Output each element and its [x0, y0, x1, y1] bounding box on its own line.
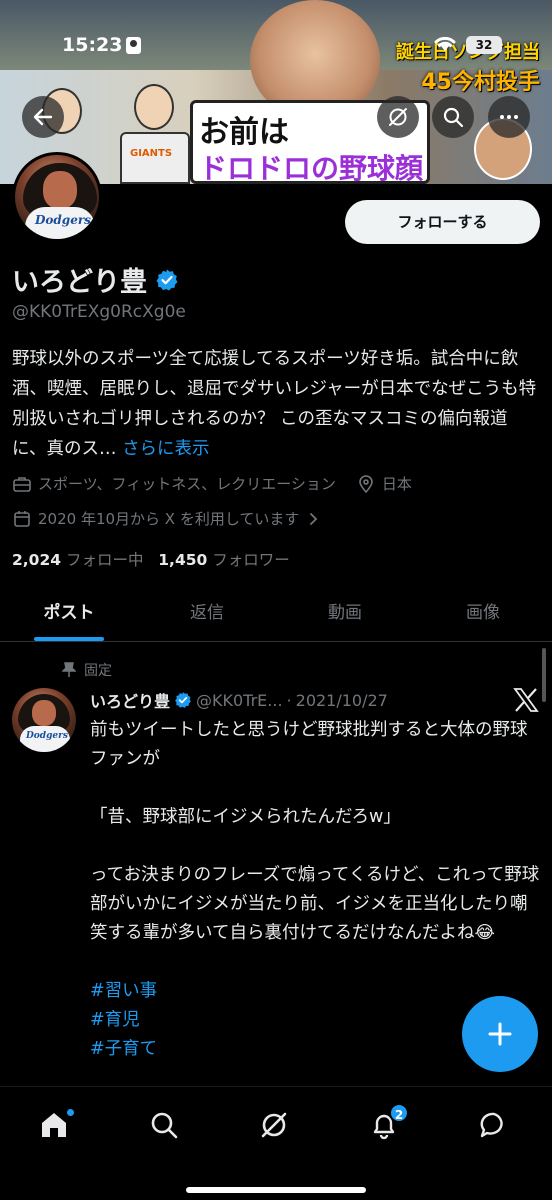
tweet-author-name[interactable]: いろどり豊	[90, 688, 170, 712]
profile-avatar[interactable]: Dodgers	[12, 152, 102, 242]
tweet-date[interactable]: 2021/10/27	[296, 691, 388, 710]
profile-tabs: ポスト 返信 動画 画像	[0, 588, 552, 642]
show-more-link[interactable]: さらに表示	[122, 439, 210, 459]
focus-person-icon	[126, 37, 141, 54]
following-count: 2,024	[12, 551, 62, 569]
sign-text-line1: お前は	[199, 115, 289, 150]
sign-text-line2: ドロドロの野球顔	[199, 152, 424, 184]
bottom-navigation: 2	[0, 1086, 552, 1200]
profile-name: いろどり豊	[12, 260, 179, 299]
follow-counts: 2,024 フォロー中 1,450 フォロワー	[12, 548, 290, 570]
avatar-shirt-text: Dodgers	[35, 213, 91, 227]
grok-button[interactable]	[377, 96, 419, 138]
status-bar: 15:23 32	[0, 0, 552, 56]
plus-icon	[488, 1022, 512, 1046]
followers-link[interactable]: 1,450 フォロワー	[158, 551, 289, 569]
notification-badge: 2	[389, 1103, 409, 1123]
location-pin-icon	[359, 474, 373, 493]
profile-location: 日本	[381, 475, 412, 493]
wifi-icon	[434, 36, 456, 51]
followers-count: 1,450	[158, 551, 208, 569]
profile-handle: @KK0TrEXg0RcXg0e	[12, 302, 186, 322]
profile-joined-row[interactable]: 2020 年10月から X を利用しています	[12, 508, 327, 529]
battery-indicator: 32	[466, 36, 502, 54]
compose-post-button[interactable]	[462, 996, 538, 1072]
grok-icon	[261, 1112, 287, 1138]
pin-icon	[62, 662, 76, 677]
message-icon	[480, 1112, 503, 1138]
home-icon	[42, 1113, 66, 1137]
search-icon	[151, 1112, 178, 1139]
chevron-right-icon	[310, 512, 318, 525]
profile-category[interactable]: スポーツ、フィットネス、レクリエーション	[38, 473, 336, 494]
search-icon	[443, 107, 464, 128]
tweet-text-line2: 「昔、野球部にイジメられたんだろw」	[90, 807, 401, 827]
arrow-left-icon	[33, 108, 53, 126]
status-time: 15:23	[62, 34, 123, 56]
more-dots-icon	[500, 115, 518, 119]
verified-badge-icon[interactable]	[155, 268, 179, 292]
followers-label: フォロワー	[212, 551, 290, 569]
following-label: フォロー中	[65, 551, 144, 569]
following-link[interactable]: 2,024 フォロー中	[12, 551, 143, 569]
banner-cartoon-figure	[134, 84, 174, 130]
banner-cartoon-jersey: GIANTS	[120, 132, 190, 184]
jersey-text: GIANTS	[130, 148, 173, 159]
nav-home[interactable]	[27, 1103, 81, 1147]
tweet-text-line3: ってお決まりのフレーズで煽ってくるけど、これって野球部がいかにイジメが当たり前、…	[90, 865, 540, 943]
grok-icon	[389, 108, 407, 126]
profile-meta-row: スポーツ、フィットネス、レクリエーション 日本	[12, 473, 412, 494]
hashtag-link[interactable]: #習い事	[90, 977, 540, 1006]
profile-bio: 野球以外のスポーツ全て応援してるスポーツ好き垢。試合中に飲酒、喫煙、居眠りし、退…	[12, 344, 542, 464]
banner-caption-line2: 45今村投手	[421, 70, 540, 95]
new-content-dot	[67, 1109, 74, 1116]
tab-posts[interactable]: ポスト	[0, 588, 138, 641]
verified-badge-icon	[175, 692, 191, 708]
scroll-indicator[interactable]	[542, 648, 546, 702]
pinned-label: 固定	[62, 660, 112, 680]
search-button[interactable]	[432, 96, 474, 138]
nav-messages[interactable]	[467, 1103, 521, 1147]
tab-replies[interactable]: 返信	[138, 588, 276, 641]
nav-grok[interactable]	[247, 1103, 301, 1147]
more-options-button[interactable]	[488, 96, 530, 138]
tweet-separator: ·	[286, 690, 292, 710]
nav-notifications[interactable]: 2	[357, 1103, 411, 1147]
profile-name-text: いろどり豊	[12, 267, 147, 298]
follow-button[interactable]: フォローする	[345, 200, 540, 244]
avatar-shirt-text: Dodgers	[26, 731, 68, 741]
pinned-text: 固定	[84, 663, 112, 679]
tweet-text-line1: 前もツイートしたと思うけど野球批判すると大体の野球ファンが	[90, 720, 528, 769]
avatar-face	[43, 171, 77, 209]
x-logo-icon	[513, 688, 539, 712]
avatar-shirt: Dodgers	[25, 207, 95, 239]
avatar-face	[32, 700, 56, 726]
profile-joined: 2020 年10月から X を利用しています	[38, 510, 300, 528]
bio-text: 野球以外のスポーツ全て応援してるスポーツ好き垢。試合中に飲酒、喫煙、居眠りし、退…	[12, 349, 537, 459]
tab-images[interactable]: 画像	[414, 588, 552, 641]
briefcase-icon	[13, 476, 31, 492]
tweet-avatar[interactable]: Dodgers	[12, 688, 76, 752]
tab-videos[interactable]: 動画	[276, 588, 414, 641]
tweet-author-handle[interactable]: @KK0TrE...	[196, 691, 283, 710]
avatar-shirt: Dodgers	[20, 726, 70, 752]
back-button[interactable]	[22, 96, 64, 138]
nav-search[interactable]	[137, 1103, 191, 1147]
tweet-header: いろどり豊 @KK0TrE... · 2021/10/27	[90, 688, 388, 712]
calendar-icon	[14, 510, 30, 527]
home-indicator	[186, 1187, 366, 1193]
